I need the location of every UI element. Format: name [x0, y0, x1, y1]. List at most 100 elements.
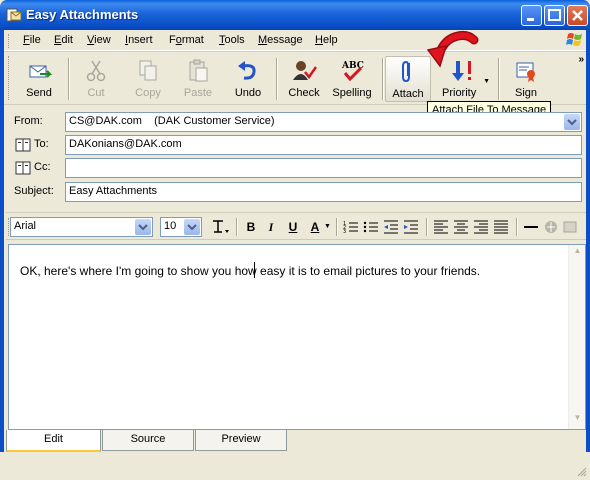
toolbar-grip[interactable] [8, 56, 11, 100]
priority-dropdown-arrow-icon[interactable]: ▼ [483, 78, 490, 85]
align-right-icon[interactable] [472, 218, 490, 236]
numbered-list-icon[interactable]: 123 [342, 218, 360, 236]
underline-button[interactable]: U [284, 218, 302, 236]
toolbar-more-chevron[interactable]: » [578, 54, 584, 65]
italic-button[interactable]: I [262, 218, 280, 236]
bulleted-list-icon[interactable] [362, 218, 380, 236]
red-callout-arrow [426, 30, 479, 68]
align-center-icon[interactable] [452, 218, 470, 236]
from-dropdown-button[interactable] [564, 114, 580, 130]
toolbar-separator [68, 58, 70, 100]
message-body-text: OK, here's where I'm going to show you h… [20, 264, 481, 278]
toolbar-separator [498, 58, 500, 100]
scroll-up-arrow-icon[interactable]: ▲ [570, 246, 585, 261]
align-left-icon[interactable] [432, 218, 450, 236]
subject-field[interactable]: Easy Attachments [65, 182, 582, 202]
toolbar-separator [336, 218, 338, 236]
insert-picture-icon[interactable] [562, 218, 580, 236]
status-bar [0, 452, 590, 480]
main-toolbar: Send Cut Copy Paste Undo Check ABC Spell… [4, 51, 586, 105]
from-select[interactable]: CS@DAK.com (DAK Customer Service) [65, 112, 582, 132]
close-button[interactable] [567, 5, 588, 26]
resize-grip-icon[interactable] [575, 465, 587, 477]
clipboard-icon [185, 58, 211, 84]
scissors-icon [83, 58, 109, 84]
menu-edit[interactable]: Edit [54, 34, 73, 46]
vertical-scrollbar[interactable]: ▲ ▼ [568, 245, 585, 429]
certificate-icon [513, 58, 539, 84]
copy-icon [135, 58, 161, 84]
window-frame-right [586, 30, 590, 480]
windows-logo-icon [564, 30, 586, 50]
sign-button[interactable]: Sign [501, 56, 551, 102]
font-size-select[interactable]: 10 [160, 217, 202, 237]
scroll-down-arrow-icon[interactable]: ▼ [570, 413, 585, 428]
spelling-button[interactable]: ABC Spelling [327, 56, 377, 102]
view-tabs: Edit Source Preview [6, 430, 586, 452]
text-caret [254, 262, 255, 278]
menu-file[interactable]: File [23, 34, 41, 46]
justify-icon[interactable] [492, 218, 510, 236]
subject-row: Subject: Easy Attachments [10, 182, 582, 202]
subject-label: Subject: [14, 185, 54, 197]
decrease-indent-icon[interactable] [382, 218, 400, 236]
title-bar[interactable]: Easy Attachments [0, 0, 590, 30]
spelling-icon: ABC [339, 58, 365, 84]
font-name-select[interactable]: Arial [10, 217, 153, 237]
address-book-icon[interactable] [15, 138, 31, 152]
menu-format[interactable]: Format [169, 34, 204, 46]
menu-help[interactable]: Help [315, 34, 338, 46]
toolbar-separator [516, 218, 518, 236]
check-names-icon [291, 58, 318, 84]
font-color-button[interactable]: A [306, 218, 324, 236]
check-label: Check [288, 87, 320, 99]
paperclip-icon [395, 59, 421, 85]
menu-grip[interactable] [8, 34, 11, 48]
sign-label: Sign [514, 87, 538, 99]
maximize-button[interactable] [544, 5, 565, 26]
minimize-button[interactable] [521, 5, 542, 26]
to-row: To: DAKonians@DAK.com [10, 135, 582, 155]
paragraph-style-icon[interactable] [210, 218, 232, 236]
menu-view[interactable]: View [87, 34, 111, 46]
envelope-icon [6, 7, 22, 26]
toolbar-separator [236, 218, 238, 236]
hyperlink-icon[interactable] [542, 218, 560, 236]
formatting-toolbar: Arial 10 B I U A ▼ 123 [6, 212, 586, 240]
cc-field[interactable] [65, 158, 582, 178]
increase-indent-icon[interactable] [402, 218, 420, 236]
spelling-label: Spelling [332, 87, 372, 99]
font-size-dropdown-button[interactable] [184, 219, 200, 235]
cc-label: Cc: [34, 161, 51, 173]
tab-preview[interactable]: Preview [195, 430, 287, 451]
tab-source[interactable]: Source [102, 430, 194, 451]
formatting-toolbar-grip[interactable] [8, 218, 9, 236]
tab-source-label: Source [130, 433, 166, 445]
bold-button[interactable]: B [242, 218, 260, 236]
address-book-icon[interactable] [15, 161, 31, 175]
tab-edit-label: Edit [44, 433, 63, 445]
toolbar-separator [382, 58, 384, 100]
check-names-button[interactable]: Check [279, 56, 329, 102]
copy-label: Copy [135, 87, 161, 99]
tab-edit[interactable]: Edit [6, 430, 101, 452]
to-field[interactable]: DAKonians@DAK.com [65, 135, 582, 155]
paste-label: Paste [183, 87, 213, 99]
undo-button[interactable]: Undo [223, 56, 273, 102]
paste-button[interactable]: Paste [173, 56, 223, 102]
cut-button[interactable]: Cut [71, 56, 121, 102]
send-button[interactable]: Send [14, 56, 64, 102]
svg-text:3: 3 [343, 229, 346, 235]
menu-message[interactable]: Message [258, 34, 303, 46]
send-icon [26, 58, 53, 84]
font-name-dropdown-button[interactable] [135, 219, 151, 235]
message-body-editor[interactable]: OK, here's where I'm going to show you h… [8, 244, 586, 430]
undo-label: Undo [234, 87, 262, 99]
copy-button[interactable]: Copy [123, 56, 173, 102]
horizontal-line-icon[interactable] [522, 218, 540, 236]
menu-insert[interactable]: Insert [125, 34, 153, 46]
menu-tools[interactable]: Tools [219, 34, 245, 46]
from-row: From: CS@DAK.com (DAK Customer Service) [10, 112, 582, 132]
from-label: From: [14, 115, 43, 127]
font-color-dropdown-icon[interactable]: ▼ [324, 223, 331, 230]
